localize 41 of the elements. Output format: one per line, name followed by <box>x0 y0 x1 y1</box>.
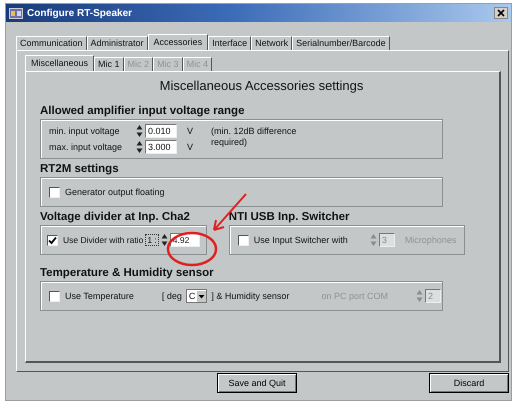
page-heading: Miscellaneous Accessories settings <box>158 78 364 93</box>
checkbox[interactable] <box>49 290 60 302</box>
tab[interactable]: Mic 1 <box>94 57 124 71</box>
tab[interactable]: Network <box>251 36 292 50</box>
discard-button[interactable]: Discard <box>429 373 509 393</box>
tab[interactable]: Serialnumber/Barcode <box>292 36 390 50</box>
section-title: Voltage divider at Inp. Cha2 <box>40 211 191 223</box>
checkbox-label: Generator output floating <box>65 187 165 197</box>
unit-label: V <box>187 126 194 136</box>
unit-label: V <box>187 142 194 152</box>
number-field[interactable]: 0.010 <box>145 124 177 138</box>
unit-prefix-text: [ deg <box>162 291 182 301</box>
note-text: (min. 12dB difference required) <box>211 126 298 148</box>
checkbox[interactable] <box>47 234 58 246</box>
section-title: Temperature & Humidity sensor <box>40 267 215 279</box>
checkbox-label: Use Input Switcher with <box>254 235 348 245</box>
window-title: Configure RT-Speaker <box>27 8 132 18</box>
number-field[interactable]: 3.000 <box>145 140 177 154</box>
checkbox-label: Use Divider with ratio <box>63 235 144 245</box>
spinner-arrows-icon[interactable] <box>136 140 143 154</box>
tab[interactable]: Accessories <box>148 34 208 50</box>
spinner-arrows-icon[interactable] <box>160 233 168 247</box>
tab[interactable]: Miscellaneous <box>25 55 94 71</box>
field-label: min. input voltage <box>49 126 121 136</box>
caret-icon[interactable] <box>197 290 206 302</box>
field-label: max. input voltage <box>49 142 124 152</box>
section-title: Allowed amplifier input voltage range <box>40 105 246 117</box>
save-and-quit-button[interactable]: Save and Quit <box>217 373 297 393</box>
tab[interactable]: Interface <box>208 36 252 50</box>
spinner-arrows-icon[interactable] <box>136 124 143 138</box>
app-icon <box>9 8 23 18</box>
ratio-label: 1 : <box>145 234 159 246</box>
unit-suffix-text: ] & Humidity sensor <box>211 291 290 301</box>
unit-dropdown[interactable]: C <box>186 289 208 303</box>
checkbox[interactable] <box>49 186 60 198</box>
tab[interactable]: Communication <box>16 36 87 50</box>
checkbox-label: Use Temperature <box>65 291 134 301</box>
close-button[interactable] <box>494 7 508 19</box>
section-title: RT2M settings <box>40 163 120 175</box>
tab[interactable]: Administrator <box>86 36 148 50</box>
section-title: NTI USB Inp. Switcher <box>228 211 351 223</box>
